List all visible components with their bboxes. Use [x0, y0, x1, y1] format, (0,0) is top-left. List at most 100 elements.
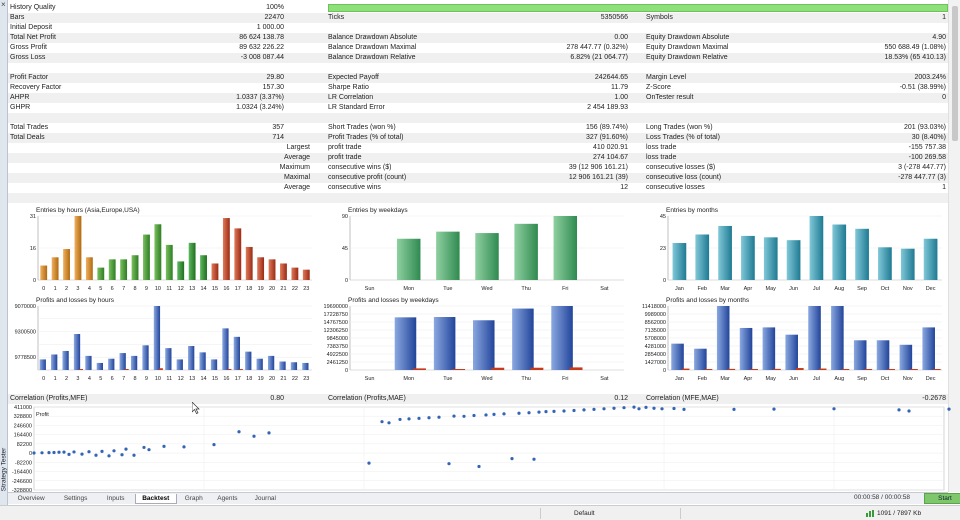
y-tick-label: 0 — [33, 278, 36, 284]
scatter-point — [80, 452, 84, 456]
profit-bar — [39, 359, 46, 370]
metric-value: 410 020.91 — [592, 144, 628, 151]
vertical-scrollbar[interactable] — [948, 0, 960, 492]
profit-bar — [922, 327, 935, 370]
scatter-point — [532, 457, 536, 461]
x-tick-label: 15 — [212, 286, 218, 292]
tab-overview[interactable]: Overview — [10, 494, 52, 504]
plot-area — [33, 406, 945, 491]
scatter-point — [52, 450, 56, 455]
chart-bar — [436, 231, 460, 280]
profit-bar — [73, 334, 81, 370]
x-tick-label: Sat — [600, 286, 609, 292]
scatter-point — [72, 450, 76, 454]
tab-inputs[interactable]: Inputs — [99, 494, 133, 504]
scrollbar-thumb[interactable] — [952, 6, 958, 141]
scatter-point — [660, 407, 664, 411]
metric-label: consecutive losses ($) — [646, 164, 716, 171]
x-tick-label: Oct — [881, 376, 890, 382]
x-tick-label: 16 — [223, 286, 229, 292]
scatter-point — [572, 408, 576, 413]
metric-value: 0 — [942, 94, 946, 101]
x-tick-label: 1 — [54, 376, 57, 382]
x-tick-label: Jan — [675, 376, 684, 382]
scatter-point — [592, 407, 596, 411]
close-icon[interactable]: × — [1, 0, 6, 9]
report-row: Total Net Profit 86 624 138.78 Balance Dra… — [8, 33, 948, 43]
tab-graph[interactable]: Graph — [179, 494, 209, 504]
x-tick-label: 2 — [65, 376, 68, 382]
metric-label: Largest — [286, 144, 310, 151]
start-button[interactable]: Start — [924, 493, 960, 504]
tab-backtest[interactable]: Backtest — [134, 494, 177, 504]
x-tick-label: Thu — [521, 286, 530, 292]
y-tick-label: 9300500 — [15, 330, 36, 336]
scatter-point — [832, 407, 836, 411]
tab-agents[interactable]: Agents — [211, 494, 245, 504]
strategy-tester-window: × Strategy Tester History Quality 100% Bar… — [0, 0, 960, 520]
x-tick-label: 22 — [292, 376, 298, 382]
profit-bar — [739, 327, 753, 370]
scatter-point — [682, 407, 686, 411]
x-tick-label: 8 — [134, 286, 137, 292]
scatter-point — [672, 406, 676, 411]
y-tick-label: 0 — [29, 451, 32, 457]
profile-label[interactable]: Default — [574, 510, 595, 517]
y-tick-label: 4281000 — [645, 344, 666, 350]
y-tick-label: 17228750 — [324, 312, 348, 318]
loss-bar — [124, 369, 129, 370]
scatter-point — [142, 445, 146, 450]
x-tick-label: Fri — [562, 286, 568, 292]
correlation-value: 0.12 — [614, 395, 628, 402]
tab-settings[interactable]: Settings — [54, 494, 96, 504]
chart-bar — [211, 263, 219, 280]
metric-value: 157.30 — [262, 84, 284, 91]
report-row — [8, 193, 948, 203]
scatter-point — [437, 415, 441, 419]
chart-bar — [672, 243, 687, 280]
profit-bar — [256, 358, 263, 370]
chart-bar — [475, 233, 499, 280]
report-row — [8, 113, 948, 123]
y-tick-label: 1427000 — [645, 360, 666, 366]
x-tick-label: 7 — [122, 376, 125, 382]
metric-value: 12 906 161.21 (39) — [568, 174, 628, 181]
y-tick-label: 14767500 — [324, 320, 348, 326]
profit-bar — [853, 340, 867, 370]
scatter-point — [772, 407, 776, 411]
memory-icon — [866, 510, 874, 517]
profit-bar — [153, 306, 161, 370]
chart-bar — [188, 242, 196, 280]
profit-bar — [876, 340, 890, 370]
profit-bar — [222, 328, 229, 370]
tab-journal[interactable]: Journal — [246, 494, 284, 504]
entries-by-months-chart: Entries by months 45 23 0 Jan Feb Mar Apr May Jun… — [638, 204, 948, 294]
profits-losses-by-months-chart: Profits and losses by months 11418000 9989… — [638, 294, 948, 384]
chart-svg: Profits and losses by hours9070000 930050… — [15, 297, 312, 382]
x-tick-label: 13 — [189, 376, 195, 382]
metric-label: Equity Drawdown Absolute — [646, 34, 730, 41]
scatter-point — [32, 451, 36, 455]
scatter-point — [897, 408, 901, 412]
metric-label: consecutive loss (count) — [646, 174, 722, 181]
scatter-point — [132, 453, 136, 457]
x-tick-label: May — [766, 376, 777, 382]
report-row: Recovery Factor 157.30 Sharpe Ratio 11.79 Z-… — [8, 83, 948, 93]
metric-value: 1 000.00 — [256, 24, 284, 31]
profits-losses-by-hours-chart: Profits and losses by hours 9070000 930050… — [8, 294, 318, 384]
scatter-point — [644, 405, 648, 409]
scatter-point — [452, 414, 456, 418]
profit-bar — [473, 320, 495, 370]
report-row: Profit Factor 29.80 Expected Payoff 242644.… — [8, 73, 948, 83]
report-row: Average profit trade 274 104.67 loss trade -… — [8, 153, 948, 163]
y-tick-label: 411000 — [14, 405, 32, 411]
metric-value: 4.90 — [932, 34, 946, 41]
loss-bar — [841, 369, 850, 370]
chart-bar — [855, 228, 869, 280]
chart-bar — [923, 238, 938, 280]
metric-label: Symbols — [646, 14, 673, 21]
x-tick-label: Dec — [926, 286, 936, 292]
scatter-point — [367, 461, 371, 465]
loss-bar — [864, 369, 873, 370]
metric-label: Z-Score — [646, 84, 671, 91]
